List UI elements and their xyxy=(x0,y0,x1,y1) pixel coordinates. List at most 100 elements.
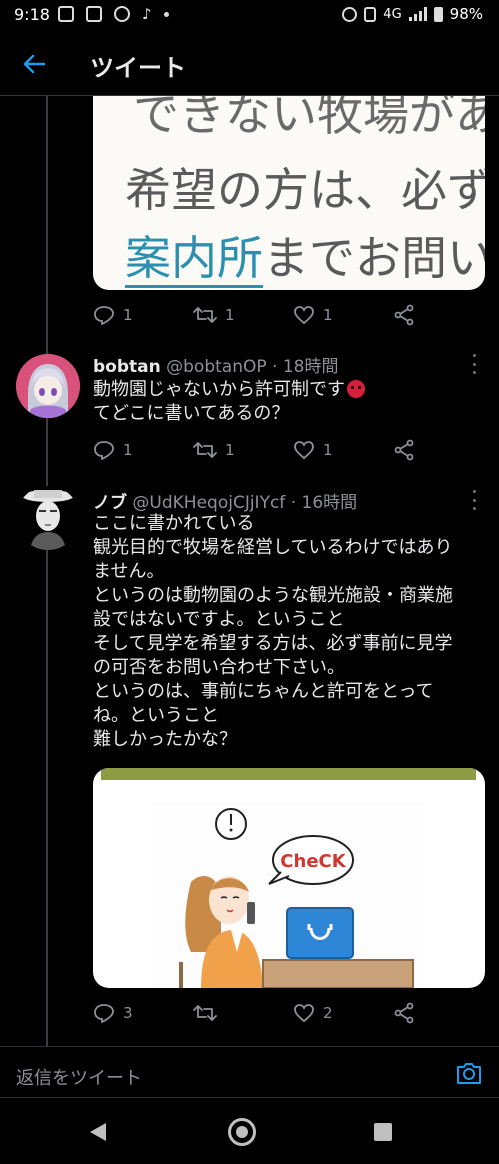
tweet-text-line: の可否をお問い合わせ下さい。 xyxy=(93,657,345,678)
tweet-meta: bobtan @bobtanOP · 18時間 xyxy=(93,352,338,377)
reply-icon xyxy=(94,441,114,460)
share-icon xyxy=(394,304,414,326)
share-button[interactable] xyxy=(393,439,423,461)
alarm-icon xyxy=(342,6,358,22)
retweet-button[interactable]: 1 xyxy=(193,306,293,324)
heart-icon xyxy=(294,441,314,460)
system-back-button[interactable] xyxy=(90,1123,106,1141)
reply-count: 1 xyxy=(123,441,133,459)
image-header-band xyxy=(101,768,476,780)
display-name[interactable]: bobtan xyxy=(93,357,161,377)
user-handle[interactable]: @UdKHeqojCJjIYcf xyxy=(132,493,285,513)
tweet-text-line: 動物園じゃないから許可制です xyxy=(93,378,365,402)
tweet-actions: 1 1 1 xyxy=(93,437,423,463)
heart-icon xyxy=(294,306,314,325)
heart-icon xyxy=(294,1004,314,1023)
system-nav-bar xyxy=(0,1098,499,1164)
angry-face-emoji-icon xyxy=(347,380,365,398)
tweet-actions: 3 2 xyxy=(93,1000,423,1026)
app-header: ツイート xyxy=(0,32,499,96)
dot xyxy=(472,490,476,493)
notification-icons: ♪ xyxy=(58,6,169,22)
image-text-line: 案内所までお問い xyxy=(125,222,485,288)
woman-phone-laptop-illustration-icon: CheCK xyxy=(179,808,414,988)
tweet-text-segment: 動物園じゃないから許可制です xyxy=(93,379,345,400)
share-icon xyxy=(394,1002,414,1024)
dot xyxy=(472,362,476,366)
reply-icon xyxy=(94,306,114,325)
tweet-text-line: てどこに書いてあるの？ xyxy=(93,403,290,424)
reply-count: 1 xyxy=(123,306,133,324)
retweet-icon xyxy=(193,442,217,458)
back-button[interactable] xyxy=(14,46,54,82)
system-home-button[interactable] xyxy=(228,1118,256,1146)
tweet-text-line: ません。 xyxy=(93,561,165,582)
tweet-time[interactable]: 18時間 xyxy=(283,357,339,377)
tweet-image-top[interactable]: できない牧場があ 希望の方は、必ず 案内所までお問い xyxy=(93,96,485,290)
retweet-icon xyxy=(193,1005,217,1021)
tweet-text-line: 観光目的で牧場を経営しているわけではあり xyxy=(93,537,453,558)
reply-count: 3 xyxy=(123,1004,133,1022)
image-text-rest: までお問い xyxy=(263,231,485,285)
battery-percent: 98% xyxy=(449,5,483,23)
anime-girl-avatar-icon xyxy=(16,354,80,418)
reply-input-placeholder[interactable]: 返信をツイート xyxy=(16,1064,142,1090)
battery-icon xyxy=(433,6,443,22)
reply-composer[interactable]: 返信をツイート xyxy=(0,1046,499,1098)
gallery-icon xyxy=(58,6,74,22)
dot xyxy=(472,507,476,510)
image-text-line: できない牧場があ xyxy=(133,96,485,141)
image-text-line: 希望の方は、必ず xyxy=(125,163,485,217)
sim-icon xyxy=(86,6,102,22)
tweet-meta: ノブ @UdKHeqojCJjIYcf · 16時間 xyxy=(93,488,357,513)
camera-button[interactable] xyxy=(455,1059,483,1087)
like-button[interactable]: 1 xyxy=(293,305,393,325)
camera-icon xyxy=(457,1063,481,1084)
system-recents-button[interactable] xyxy=(374,1123,392,1141)
music-note-icon: ♪ xyxy=(142,5,152,23)
thread-line xyxy=(46,96,48,1046)
dot xyxy=(472,498,476,502)
more-options-button[interactable] xyxy=(469,490,479,510)
retweet-count: 1 xyxy=(225,306,235,324)
reply-button[interactable]: 1 xyxy=(93,440,193,460)
status-bar: 9:18 ♪ 4G 98% xyxy=(0,0,499,32)
tweet-text-line: 難しかったかな？ xyxy=(93,729,237,750)
avatar[interactable] xyxy=(16,486,80,550)
reply-icon xyxy=(94,1004,114,1023)
image-link-text: 案内所 xyxy=(125,231,263,288)
tweet-image[interactable]: CheCK xyxy=(93,768,485,988)
share-button[interactable] xyxy=(393,1002,423,1024)
display-name[interactable]: ノブ xyxy=(93,493,127,513)
signal-icon xyxy=(408,7,427,21)
like-count: 1 xyxy=(323,306,333,324)
like-count: 1 xyxy=(323,441,333,459)
more-options-button[interactable] xyxy=(469,354,479,374)
network-type: 4G xyxy=(383,6,402,22)
retweet-button[interactable]: 1 xyxy=(193,441,293,459)
tweet-text-line: 設ではないですよ。ということ xyxy=(93,609,345,630)
reply-button[interactable]: 1 xyxy=(93,305,193,325)
tweet-text-line: というのは、事前にちゃんと許可をとって xyxy=(93,681,434,702)
alarm-icon xyxy=(114,6,130,22)
tweet-text-line: というのは動物園のような観光施設・商業施 xyxy=(93,585,453,606)
portrait-avatar-icon xyxy=(16,486,80,550)
tweet-text: ここに書かれている 観光目的で牧場を経営しているわけではあり ません。 というの… xyxy=(93,512,453,752)
status-time: 9:18 xyxy=(14,5,50,24)
share-button[interactable] xyxy=(393,304,423,326)
tweet-text-line: そして見学を希望する方は、必ず事前に見学 xyxy=(93,633,453,654)
status-right: 4G 98% xyxy=(342,5,483,23)
meta-separator: · xyxy=(272,357,283,377)
avatar[interactable] xyxy=(16,354,80,418)
dot xyxy=(472,371,476,374)
tweet-time[interactable]: 16時間 xyxy=(302,493,358,513)
share-icon xyxy=(394,439,414,461)
reply-button[interactable]: 3 xyxy=(93,1003,193,1023)
page-title: ツイート xyxy=(90,54,186,82)
user-handle[interactable]: @bobtanOP xyxy=(166,357,266,377)
like-button[interactable]: 1 xyxy=(293,440,393,460)
meta-separator: · xyxy=(290,493,302,513)
tweet-text: 動物園じゃないから許可制です てどこに書いてあるの？ xyxy=(93,378,365,426)
retweet-button[interactable] xyxy=(193,1004,293,1022)
like-button[interactable]: 2 xyxy=(293,1003,393,1023)
